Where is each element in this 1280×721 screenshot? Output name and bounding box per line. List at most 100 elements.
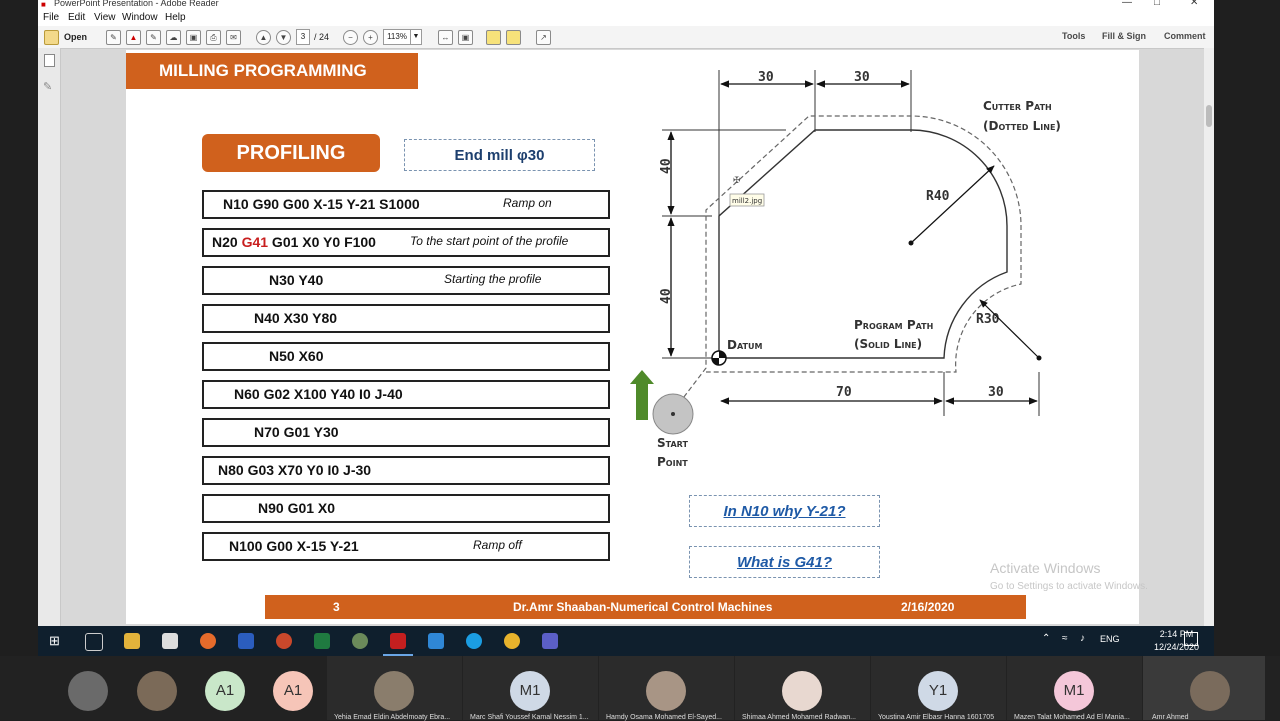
word-icon[interactable] <box>238 633 254 649</box>
firefox-icon[interactable] <box>200 633 216 649</box>
fit-page-icon[interactable]: ▣ <box>458 30 473 45</box>
program-line-n50: N50 X60 <box>202 342 610 371</box>
program-path-label-2: (Solid Line) <box>854 337 922 351</box>
page-thumbnails-icon[interactable] <box>44 54 55 67</box>
participant-avatar-photo <box>646 671 686 711</box>
participant-group: A1 A1 <box>55 656 327 720</box>
export-pdf-icon[interactable]: ▲ <box>126 30 141 45</box>
menu-view[interactable]: View <box>94 12 116 23</box>
chrome-icon[interactable] <box>504 633 520 649</box>
store-icon[interactable] <box>162 633 178 649</box>
windows-start-icon[interactable]: ⊞ <box>49 634 63 648</box>
expand-icon[interactable]: ↗ <box>536 30 551 45</box>
participant-avatar-photo[interactable] <box>137 671 177 711</box>
question-2[interactable]: What is G41? <box>689 546 880 578</box>
zoom-out-icon[interactable]: − <box>343 30 358 45</box>
participant-avatar-photo[interactable] <box>68 671 108 711</box>
powerpoint-icon[interactable] <box>276 633 292 649</box>
folder-open-icon[interactable] <box>44 30 59 45</box>
participant-tile[interactable]: M1 Marc Shafi Youssef Kamal Nessim 1... <box>463 656 598 721</box>
cutter-path-label: Cutter Path <box>983 99 1052 113</box>
file-explorer-icon[interactable] <box>124 633 140 649</box>
volume-icon[interactable]: ♪ <box>1080 633 1085 644</box>
question-1[interactable]: In N10 why Y-21? <box>689 495 880 527</box>
paint-icon[interactable] <box>352 633 368 649</box>
menu-edit[interactable]: Edit <box>68 12 85 23</box>
program-code: N80 G03 X70 Y0 I0 J-30 <box>218 462 372 478</box>
dim-bottom-2: 30 <box>988 385 1004 400</box>
comment-button[interactable]: Comment <box>1164 31 1206 41</box>
edge-icon[interactable] <box>466 633 482 649</box>
snip-icon[interactable] <box>428 633 444 649</box>
program-code: N70 G01 Y30 <box>254 424 339 440</box>
edit-icon[interactable]: ✎ <box>146 30 161 45</box>
create-pdf-icon[interactable]: ✎ <box>106 30 121 45</box>
participant-avatar[interactable]: A1 <box>273 671 313 711</box>
dim-left-1: 40 <box>659 158 674 174</box>
scrollbar-thumb[interactable] <box>1206 105 1212 127</box>
program-code: N30 Y40 <box>269 272 324 288</box>
task-view-icon[interactable] <box>85 633 103 651</box>
program-line-n20: N20 G41 G01 X0 Y0 F100 To the start poin… <box>202 228 610 257</box>
next-page-icon[interactable]: ▼ <box>276 30 291 45</box>
close-icon[interactable]: ✕ <box>1190 0 1198 8</box>
slide-page: MILLING PROGRAMMING PROFILING End mill φ… <box>126 50 1139 624</box>
cloud-icon[interactable]: ☁ <box>166 30 181 45</box>
program-code: N40 X30 Y80 <box>254 310 338 326</box>
teams-icon[interactable] <box>542 633 558 649</box>
menu-window[interactable]: Window <box>122 12 158 23</box>
participant-avatar[interactable]: A1 <box>205 671 245 711</box>
program-line-n100: N100 G00 X-15 Y-21 Ramp off <box>202 532 610 561</box>
page-number-input[interactable]: 3 <box>296 29 310 45</box>
fit-width-icon[interactable]: ↔ <box>438 30 453 45</box>
acrobat-icon[interactable] <box>390 633 406 649</box>
excel-icon[interactable] <box>314 633 330 649</box>
title-bar: ■ PowerPoint Presentation - Adobe Reader… <box>38 0 1214 9</box>
cursor-icon: ✠ <box>733 176 741 186</box>
comment-icon[interactable] <box>486 30 501 45</box>
dim-left-2: 40 <box>659 288 674 304</box>
code-part: N20 <box>212 234 242 250</box>
save-icon[interactable]: ▣ <box>186 30 201 45</box>
highlight-icon[interactable] <box>506 30 521 45</box>
program-code: N100 G00 X-15 Y-21 <box>229 538 359 554</box>
start-label: Start <box>657 436 688 450</box>
signature-icon[interactable]: ✎ <box>43 80 52 93</box>
program-line-n10: N10 G90 G00 X-15 Y-21 S1000 Ramp on <box>202 190 610 219</box>
prev-page-icon[interactable]: ▲ <box>256 30 271 45</box>
wifi-icon[interactable]: ≈ <box>1062 633 1068 644</box>
participant-tile[interactable]: Amr Ahmed <box>1143 656 1265 721</box>
tray-chevron-icon[interactable]: ⌃ <box>1042 633 1050 644</box>
window-title: PowerPoint Presentation - Adobe Reader <box>54 0 219 8</box>
activation-watermark-sub: Go to Settings to activate Windows. <box>990 581 1148 592</box>
tool-label: End mill φ30 <box>404 139 595 171</box>
slide-footer: 3 Dr.Amr Shaaban-Numerical Control Machi… <box>265 595 1026 619</box>
profile-drawing: 30 30 40 40 70 30 R40 R30 Cutter Path (D… <box>630 70 1061 469</box>
menu-file[interactable]: File <box>43 12 59 23</box>
minimize-icon[interactable]: — <box>1122 0 1132 8</box>
dim-bottom-1: 70 <box>836 385 852 400</box>
dim-top-1: 30 <box>758 70 774 85</box>
program-line-n30: N30 Y40 Starting the profile <box>202 266 610 295</box>
print-icon[interactable]: ⎙ <box>206 30 221 45</box>
zoom-dropdown-icon[interactable]: ▼ <box>410 29 422 45</box>
email-icon[interactable]: ✉ <box>226 30 241 45</box>
program-code: N90 G01 X0 <box>258 500 336 516</box>
zoom-level-input[interactable]: 113% <box>383 29 411 45</box>
menu-help[interactable]: Help <box>165 12 186 23</box>
maximize-icon[interactable]: □ <box>1154 0 1160 8</box>
participant-avatar-photo <box>782 671 822 711</box>
participant-tile[interactable]: Hamdy Osama Mohamed El-Sayed... <box>599 656 734 721</box>
participant-tile[interactable]: Yehia Emad Eldin Abdelmoaty Ebra... <box>327 656 462 721</box>
vertical-scrollbar[interactable] <box>1204 48 1214 626</box>
fill-sign-button[interactable]: Fill & Sign <box>1102 31 1146 41</box>
language-indicator[interactable]: ENG <box>1100 634 1120 644</box>
tools-button[interactable]: Tools <box>1062 31 1085 41</box>
participant-tile[interactable]: Shimaa Ahmed Mohamed Radwan... <box>735 656 870 721</box>
participant-tile[interactable]: M1 Mazen Talat Mohamed Ad El Mania... <box>1007 656 1142 721</box>
zoom-in-icon[interactable]: + <box>363 30 378 45</box>
notification-icon[interactable] <box>1184 632 1198 646</box>
program-code: N60 G02 X100 Y40 I0 J-40 <box>234 386 403 402</box>
participant-tile[interactable]: Y1 Youstina Amir Elbasr Hanna 1601705 <box>871 656 1006 721</box>
open-button[interactable]: Open <box>64 32 87 42</box>
